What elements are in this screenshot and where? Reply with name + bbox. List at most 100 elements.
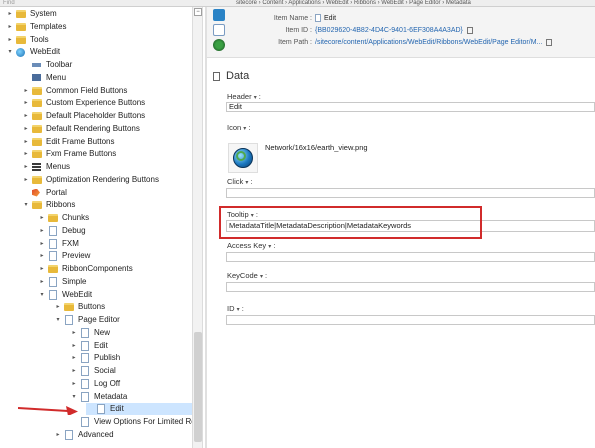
- collapse-arrow-icon[interactable]: ▾: [38, 289, 46, 301]
- folder-icon: [32, 124, 42, 133]
- folder-icon: [32, 175, 42, 184]
- expand-arrow-icon[interactable]: ▸: [22, 161, 30, 173]
- expand-arrow-icon[interactable]: ▸: [6, 34, 14, 46]
- collapse-arrow-icon[interactable]: ▾: [70, 391, 78, 403]
- user-icon[interactable]: [213, 39, 225, 51]
- expand-arrow-icon[interactable]: ▸: [70, 352, 78, 364]
- tree-node-label: Edit: [94, 340, 108, 350]
- chevron-down-icon[interactable]: ▾: [237, 307, 240, 313]
- page-icon: [65, 429, 73, 440]
- tree-node-label: Social: [94, 366, 116, 375]
- expand-arrow-icon[interactable]: ▸: [22, 148, 30, 160]
- icon-field-label[interactable]: Icon ▾ :: [227, 123, 250, 132]
- id-field-label[interactable]: ID ▾ :: [227, 304, 244, 313]
- item-path-value[interactable]: /sitecore/content/Applications/WebEdit/R…: [315, 39, 542, 46]
- chevron-down-icon[interactable]: ▾: [243, 126, 246, 132]
- tree-node-label: New: [94, 327, 111, 337]
- expand-arrow-icon[interactable]: ▸: [70, 327, 78, 339]
- collapse-icon[interactable]: −: [194, 8, 202, 16]
- expand-arrow-icon[interactable]: ▸: [38, 250, 46, 262]
- item-header: Item Name : Edit Item ID : {BB029620-4B82-…: [207, 7, 595, 58]
- click-label-text: Click: [227, 177, 244, 186]
- tree-node-label: Debug: [62, 225, 86, 235]
- chevron-down-icon[interactable]: ▾: [254, 95, 257, 101]
- item-name-value: Edit: [324, 15, 337, 22]
- navigate-icon[interactable]: [213, 9, 225, 21]
- item-id-value[interactable]: {BB029620-4B82-4D4C-9401-6EF308A4A3AD}: [315, 27, 463, 34]
- keycode-label[interactable]: KeyCode ▾ :: [227, 271, 267, 280]
- page-icon: [81, 417, 89, 427]
- expand-arrow-icon[interactable]: ▸: [22, 174, 30, 186]
- tree-node-label: Templates: [30, 21, 67, 31]
- expand-arrow-icon[interactable]: ▸: [38, 276, 46, 288]
- expand-arrow-icon[interactable]: ▸: [70, 365, 78, 377]
- click-field-label[interactable]: Click ▾ :: [227, 177, 253, 186]
- section-data[interactable]: Data: [213, 70, 249, 82]
- expand-arrow-icon[interactable]: ▸: [6, 8, 14, 20]
- page-icon[interactable]: [213, 24, 225, 36]
- expand-arrow-icon[interactable]: ▸: [22, 97, 30, 109]
- expand-arrow-icon[interactable]: ▸: [70, 340, 78, 352]
- icon-path: Network/16x16/earth_view.png: [265, 143, 368, 152]
- chevron-down-icon[interactable]: ▾: [268, 244, 271, 250]
- page-icon: [315, 14, 321, 23]
- collapse-arrow-icon[interactable]: ▾: [54, 314, 62, 326]
- expand-arrow-icon[interactable]: ▸: [38, 225, 46, 237]
- page-icon: [49, 251, 57, 262]
- access-key-field[interactable]: [226, 252, 595, 262]
- find-input[interactable]: Find: [3, 0, 15, 6]
- expand-arrow-icon[interactable]: ▸: [38, 263, 46, 275]
- icon-preview[interactable]: [228, 143, 258, 173]
- tree-node-label: Page Editor: [78, 315, 120, 324]
- tree-node-label: Buttons: [78, 302, 106, 312]
- tree-node-label: Custom Experience Buttons: [46, 98, 146, 108]
- expand-arrow-icon[interactable]: ▸: [22, 110, 30, 122]
- tree-node-label: Advanced: [78, 429, 114, 439]
- expand-arrow-icon[interactable]: ▸: [38, 238, 46, 250]
- chevron-down-icon[interactable]: ▾: [245, 180, 248, 186]
- expand-arrow-icon[interactable]: ▸: [54, 301, 62, 313]
- item-name-row: Item Name : Edit: [237, 13, 336, 24]
- expand-arrow-icon[interactable]: ▸: [22, 85, 30, 97]
- access-key-label[interactable]: Access Key ▾ :: [227, 241, 275, 250]
- keycode-field[interactable]: [226, 282, 595, 292]
- access-key-label-text: Access Key: [227, 241, 267, 250]
- expand-arrow-icon[interactable]: ▸: [22, 136, 30, 148]
- header-field-label[interactable]: Header ▾ :: [227, 92, 261, 101]
- tree-node-label: Default Rendering Buttons: [46, 123, 140, 133]
- id-field[interactable]: [226, 315, 595, 325]
- tree-scrollbar[interactable]: −: [192, 7, 203, 448]
- section-title: Data: [226, 70, 250, 82]
- folder-icon: [16, 35, 26, 44]
- chevron-down-icon[interactable]: ▾: [260, 274, 263, 280]
- page-icon: [65, 315, 73, 325]
- folder-icon: [32, 99, 42, 108]
- collapse-arrow-icon[interactable]: ▾: [6, 46, 14, 58]
- expand-arrow-icon[interactable]: ▸: [70, 378, 78, 390]
- globe-icon: [16, 48, 25, 58]
- collapse-arrow-icon[interactable]: ▾: [22, 199, 30, 211]
- tree-node[interactable]: Edit: [86, 403, 192, 416]
- tree-node-label: WebEdit: [30, 47, 61, 57]
- page-icon: [81, 340, 89, 351]
- section-icon: [213, 71, 220, 81]
- tree-node-label: Log Off: [94, 378, 121, 388]
- header-field[interactable]: Edit: [226, 102, 595, 112]
- scrollbar-thumb[interactable]: [194, 332, 202, 442]
- page-icon: [49, 276, 57, 287]
- tree-node-label: Menus: [46, 162, 71, 171]
- tree-node-label: Edit Frame Buttons: [46, 136, 115, 146]
- tree-node-label: Tools: [30, 34, 49, 44]
- page-icon: [81, 366, 89, 376]
- expand-arrow-icon[interactable]: ▸: [6, 21, 14, 33]
- expand-arrow-icon[interactable]: ▸: [38, 212, 46, 224]
- copy-icon[interactable]: [466, 26, 473, 34]
- tree-node-label: Metadata: [94, 391, 128, 401]
- copy-icon[interactable]: [546, 38, 553, 46]
- click-field[interactable]: [226, 188, 595, 198]
- expand-arrow-icon[interactable]: ▸: [22, 123, 30, 135]
- folder-icon: [16, 10, 26, 18]
- annotation-highlight-box: [219, 206, 482, 239]
- expand-arrow-icon[interactable]: ▸: [54, 429, 62, 441]
- tree-node-label: Preview: [62, 251, 91, 261]
